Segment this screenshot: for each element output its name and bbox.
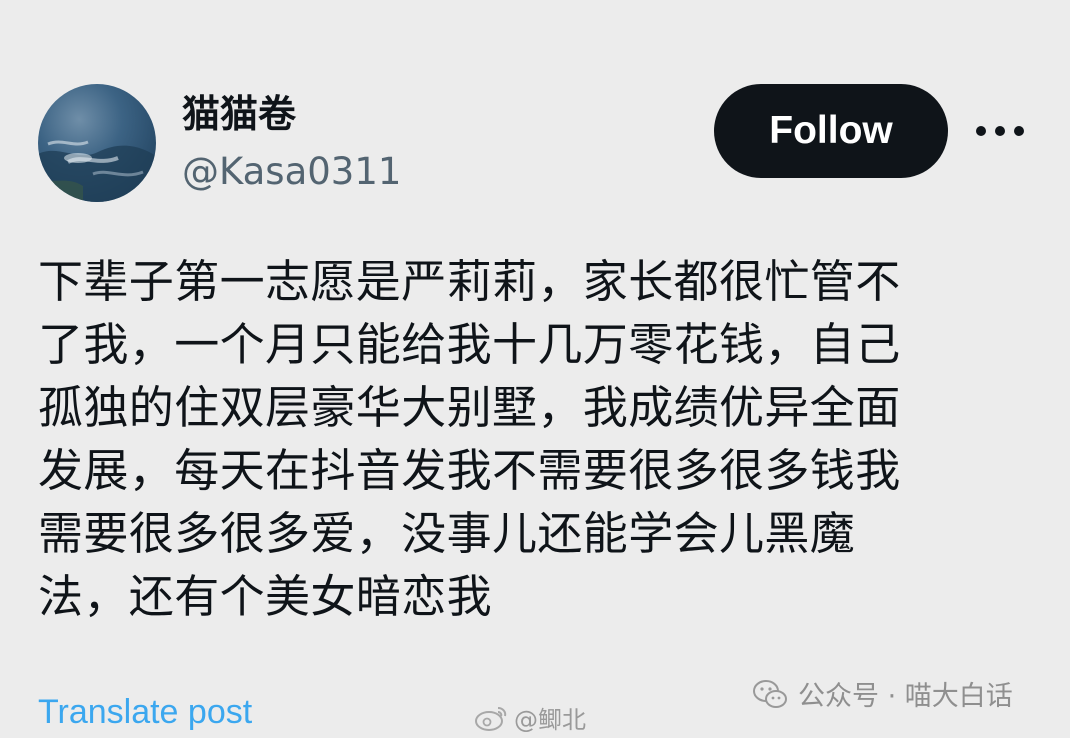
- post-text-line: 法，还有个美女暗恋我: [38, 570, 493, 623]
- wechat-logo-icon: [753, 679, 787, 708]
- dot: [976, 126, 986, 136]
- translate-post-link[interactable]: Translate post: [38, 690, 252, 734]
- more-horizontal-icon[interactable]: [976, 114, 1024, 148]
- dot: [1014, 126, 1024, 136]
- dot: [995, 126, 1005, 136]
- wechat-watermark: 公众号 · 喵大白话: [752, 674, 1013, 713]
- post-text-line: 孤独的住双层豪华大别墅，我成绩优异全面: [38, 381, 901, 434]
- user-handle[interactable]: @Kasa0311: [182, 150, 401, 194]
- post-text-line: 需要很多很多爱，没事儿还能学会儿黑魔: [38, 507, 856, 560]
- display-name[interactable]: 猫猫卷: [182, 92, 296, 136]
- post-text-line: 下辈子第一志愿是严莉莉，家长都很忙管不: [38, 255, 901, 308]
- weibo-watermark: @鲫北: [474, 700, 586, 735]
- wechat-watermark-text: 公众号 · 喵大白话: [798, 681, 1013, 712]
- avatar[interactable]: [38, 84, 156, 202]
- post-text-line: 发展，每天在抖音发我不需要很多很多钱我: [38, 444, 901, 497]
- post-text: 下辈子第一志愿是严莉莉，家长都很忙管不 了我，一个月只能给我十几万零花钱，自己 …: [38, 250, 1028, 628]
- post-text-line: 了我，一个月只能给我十几万零花钱，自己: [38, 318, 901, 371]
- weibo-logo-icon: [475, 706, 507, 731]
- follow-button[interactable]: Follow: [714, 84, 948, 178]
- weibo-watermark-text: @鲫北: [514, 706, 586, 734]
- ocean-avatar-image: [38, 140, 156, 202]
